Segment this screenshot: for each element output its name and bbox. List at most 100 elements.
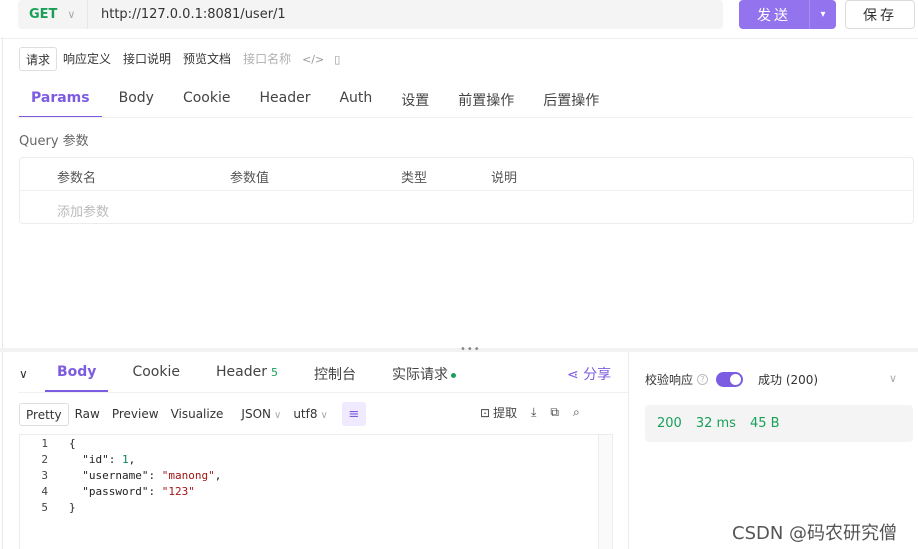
code-text: { <box>69 437 76 450</box>
tab-settings[interactable]: 设置 <box>389 84 441 118</box>
response-tools: ⊡ 提取 ⤓ ⧉ ⌕ <box>480 404 580 421</box>
code-line: 1 { <box>20 436 600 452</box>
code-line: 3 "username": "manong", <box>20 468 600 484</box>
line-number: 4 <box>41 485 48 498</box>
column-header: 类型 <box>401 171 428 186</box>
search-icon[interactable]: ⌕ <box>573 405 580 420</box>
wrap-lines-icon[interactable]: ≡ <box>341 402 366 426</box>
query-params-table: 参数名 参数值 类型 说明 添加参数 <box>19 157 914 224</box>
format-preview[interactable]: Preview <box>106 403 165 426</box>
share-label: 分享 <box>583 367 612 383</box>
scrollbar[interactable] <box>598 435 612 549</box>
extract-button[interactable]: ⊡ 提取 <box>480 404 517 421</box>
download-icon[interactable]: ⤓ <box>531 405 536 420</box>
send-dropdown-icon[interactable]: ▾ <box>809 0 836 29</box>
format-select[interactable]: JSON ∨ <box>241 407 281 421</box>
encoding-select[interactable]: utf8 ∨ <box>293 407 328 421</box>
response-time: 32 ms <box>695 416 736 431</box>
code-line: 2 "id": 1, <box>20 452 600 468</box>
code-text: "id": 1, <box>69 453 136 466</box>
url-input[interactable]: http://127.0.0.1:8081/user/1 <box>88 7 286 22</box>
extract-label: 提取 <box>493 406 518 420</box>
divider <box>628 352 629 549</box>
subtab-response-definition[interactable]: 响应定义 <box>57 47 117 71</box>
format-visualize[interactable]: Visualize <box>165 403 230 426</box>
response-tab-actual-request[interactable]: 实际请求 <box>380 356 468 392</box>
code-text: } <box>69 501 76 514</box>
drag-handle-icon[interactable]: ••• <box>460 344 481 355</box>
add-param-input[interactable]: 添加参数 <box>57 201 109 220</box>
response-tab-header[interactable]: Header 5 <box>204 356 290 392</box>
format-pretty[interactable]: Pretty <box>19 402 69 426</box>
status-code: 200 <box>657 416 682 431</box>
help-icon[interactable]: ? <box>697 374 709 385</box>
chevron-down-icon: ∨ <box>320 410 328 421</box>
tab-header[interactable]: Header <box>247 84 322 118</box>
divider <box>2 37 3 549</box>
code-text: "username": "manong", <box>69 469 222 482</box>
chevron-down-icon: ∨ <box>67 8 76 21</box>
format-raw[interactable]: Raw <box>69 403 106 426</box>
line-number: 3 <box>41 469 48 482</box>
code-icon[interactable]: </> <box>297 50 329 69</box>
table-header: 参数名 参数值 类型 说明 <box>20 158 913 191</box>
verify-toggle[interactable] <box>716 372 744 387</box>
response-tab-header-label: Header <box>215 364 267 380</box>
method-select[interactable]: GET ∨ <box>18 0 88 29</box>
request-subtabs: 请求 响应定义 接口说明 预览文档 接口名称 </> ▯ <box>19 47 345 71</box>
subtab-request[interactable]: 请求 <box>19 47 58 71</box>
format-select-value: JSON <box>241 407 271 421</box>
response-tab-actual-request-label: 实际请求 <box>391 367 448 383</box>
code-text: "password": "123" <box>69 485 195 498</box>
send-button[interactable]: 发送 ▾ <box>739 0 836 29</box>
divider <box>18 392 628 393</box>
response-size: 45 B <box>749 416 780 431</box>
response-tab-body[interactable]: Body <box>45 356 109 392</box>
param-tabs: Params Body Cookie Header Auth 设置 前置操作 后… <box>19 84 616 118</box>
verify-label: 校验响应 <box>645 373 694 387</box>
divider <box>0 38 918 39</box>
line-number: 5 <box>41 501 48 514</box>
url-bar: GET ∨ http://127.0.0.1:8081/user/1 <box>18 0 723 29</box>
response-body-editor[interactable]: 1 { 2 "id": 1, 3 "username": "manong", 4… <box>19 434 613 549</box>
encoding-select-value: utf8 <box>293 407 318 421</box>
chevron-down-icon: ∨ <box>273 410 282 421</box>
api-name-input[interactable]: 接口名称 <box>237 47 297 71</box>
query-params-label: Query 参数 <box>19 134 89 149</box>
column-header: 参数名 <box>57 171 97 186</box>
watermark: CSDN @码农研究僧 <box>732 523 898 544</box>
line-number: 2 <box>41 453 48 466</box>
share-button[interactable]: ⋖ 分享 <box>567 364 611 384</box>
tab-pre-script[interactable]: 前置操作 <box>446 84 526 118</box>
tab-auth[interactable]: Auth <box>327 84 384 118</box>
panel-icon[interactable]: ▯ <box>329 50 345 69</box>
format-toolbar: Pretty Raw Preview Visualize JSON ∨ utf8 ∨… <box>19 402 366 426</box>
line-number: 1 <box>41 437 48 450</box>
verify-response-row: 校验响应 ? 成功 (200) <box>645 371 818 388</box>
code-line: 4 "password": "123" <box>20 484 600 500</box>
method-label: GET <box>29 7 58 22</box>
tab-cookie[interactable]: Cookie <box>171 84 243 118</box>
tab-body[interactable]: Body <box>107 84 166 118</box>
chevron-down-icon[interactable]: ∨ <box>889 372 897 385</box>
header-count-badge: 5 <box>270 366 278 379</box>
save-button[interactable]: 保存 <box>845 0 915 29</box>
divider <box>18 117 913 118</box>
collapse-icon[interactable]: ∨ <box>19 367 45 381</box>
verify-result: 成功 (200) <box>758 373 819 387</box>
subtab-preview-docs[interactable]: 预览文档 <box>177 47 237 71</box>
extract-icon: ⊡ <box>480 405 491 420</box>
response-tabs: ∨ Body Cookie Header 5 控制台 实际请求 <box>19 356 480 392</box>
response-stats: 200 32 ms 45 B <box>645 405 913 442</box>
column-header: 参数值 <box>230 171 270 186</box>
tab-params[interactable]: Params <box>19 84 102 118</box>
code-line: 5 } <box>20 500 600 516</box>
response-tab-cookie[interactable]: Cookie <box>120 356 192 392</box>
subtab-api-description[interactable]: 接口说明 <box>117 47 177 71</box>
copy-icon[interactable]: ⧉ <box>550 405 559 420</box>
response-tab-console[interactable]: 控制台 <box>302 356 368 392</box>
share-icon: ⋖ <box>567 367 579 383</box>
panel-splitter[interactable] <box>0 348 918 352</box>
tab-post-script[interactable]: 后置操作 <box>531 84 611 118</box>
column-header: 说明 <box>491 171 518 186</box>
